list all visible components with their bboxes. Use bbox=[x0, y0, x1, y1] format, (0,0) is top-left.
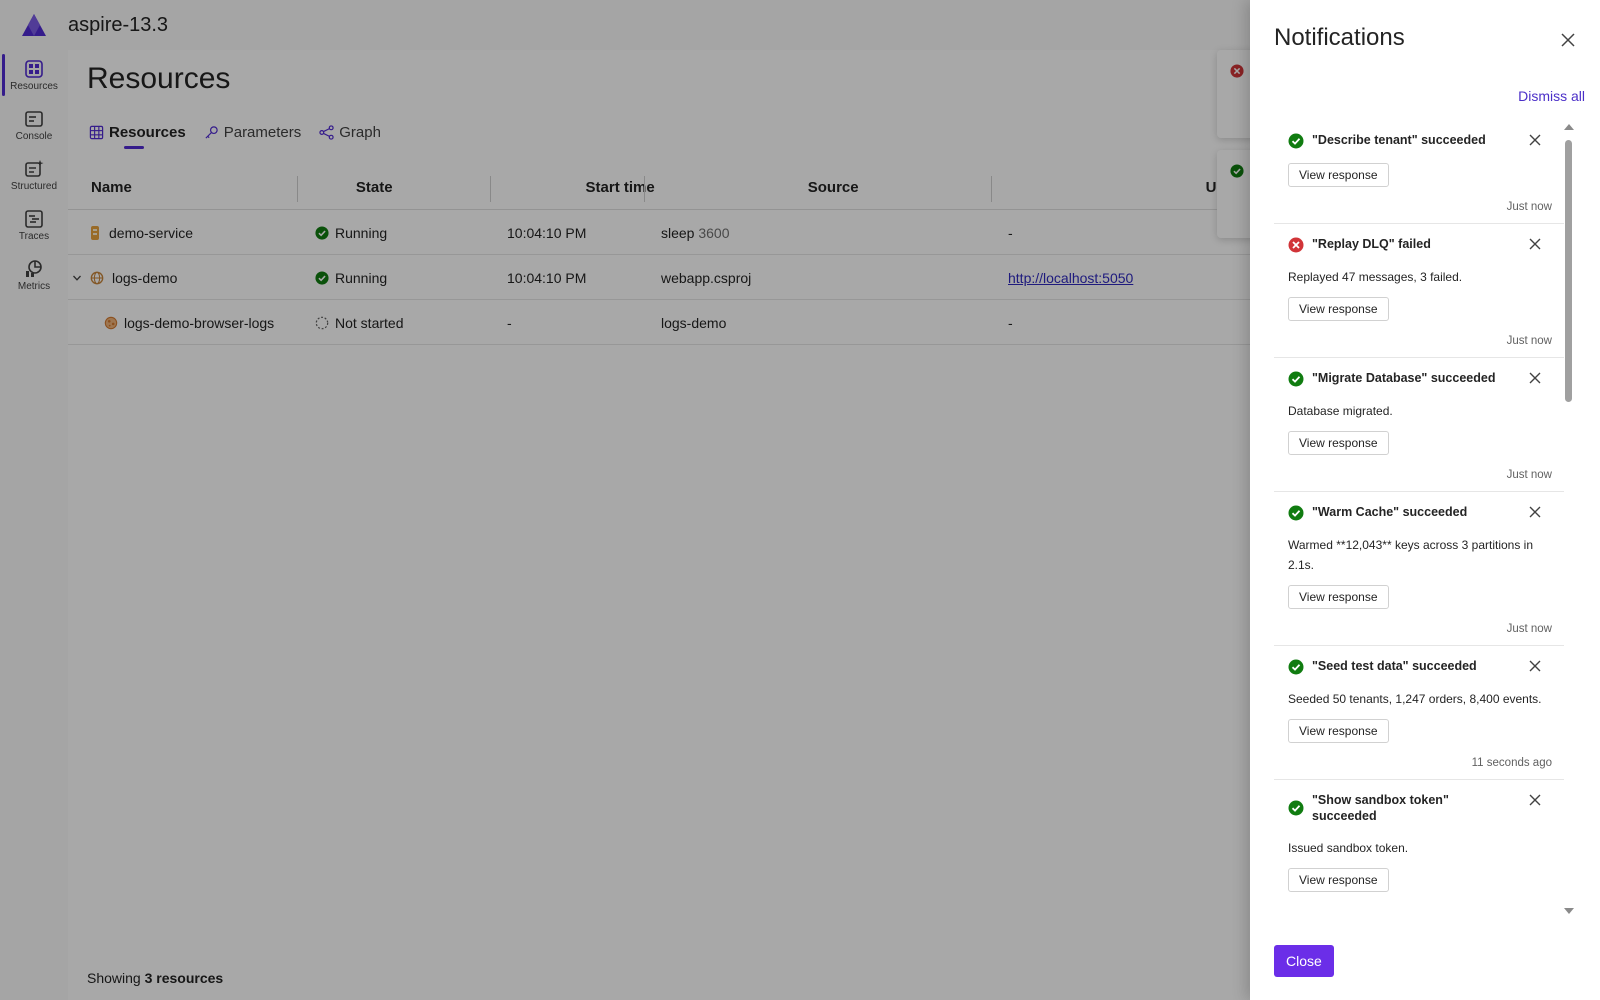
notification-time: Just now bbox=[1506, 623, 1552, 635]
dismiss-notification-button[interactable] bbox=[1528, 371, 1542, 385]
view-response-button[interactable]: View response bbox=[1288, 585, 1389, 609]
notification-title: "Replay DLQ" failed bbox=[1312, 237, 1431, 251]
close-icon bbox=[1529, 794, 1541, 806]
success-check-icon bbox=[1288, 371, 1304, 387]
notifications-scrollbar[interactable] bbox=[1562, 124, 1574, 914]
notifications-list: "Describe tenant" succeeded View respons… bbox=[1274, 120, 1564, 920]
view-response-button[interactable]: View response bbox=[1288, 163, 1389, 187]
scrollbar-thumb[interactable] bbox=[1565, 140, 1572, 402]
modal-overlay[interactable] bbox=[0, 0, 1250, 1000]
success-check-icon bbox=[1288, 505, 1304, 521]
notification-body: Warmed **12,043** keys across 3 partitio… bbox=[1288, 538, 1534, 572]
notification-item: "Migrate Database" succeeded Database mi… bbox=[1274, 358, 1564, 492]
success-check-icon bbox=[1288, 659, 1304, 675]
notification-title: "Migrate Database" succeeded bbox=[1312, 371, 1496, 385]
notifications-panel: Notifications Dismiss all "Describe tena… bbox=[1250, 0, 1600, 1000]
view-response-button[interactable]: View response bbox=[1288, 868, 1389, 892]
close-icon bbox=[1529, 372, 1541, 384]
close-icon bbox=[1561, 33, 1575, 47]
notification-time: Just now bbox=[1506, 201, 1552, 213]
notification-body: Replayed 47 messages, 3 failed. bbox=[1288, 270, 1463, 284]
success-check-icon bbox=[1288, 133, 1304, 149]
dismiss-notification-button[interactable] bbox=[1528, 133, 1542, 147]
notification-title: "Show sandbox token" succeeded bbox=[1312, 793, 1449, 823]
view-response-button[interactable]: View response bbox=[1288, 297, 1389, 321]
notification-body: Issued sandbox token. bbox=[1288, 841, 1409, 855]
view-response-button[interactable]: View response bbox=[1288, 431, 1389, 455]
dismiss-all-link[interactable]: Dismiss all bbox=[1518, 88, 1585, 104]
notification-item: "Describe tenant" succeeded View respons… bbox=[1274, 120, 1564, 224]
close-icon bbox=[1529, 134, 1541, 146]
close-icon bbox=[1529, 660, 1541, 672]
notification-title: "Seed test data" succeeded bbox=[1312, 659, 1477, 673]
notification-time: Just now bbox=[1506, 335, 1552, 347]
notification-item: "Seed test data" succeeded Seeded 50 ten… bbox=[1274, 646, 1564, 780]
notification-item: "Replay DLQ" failed Replayed 47 messages… bbox=[1274, 224, 1564, 358]
view-response-button[interactable]: View response bbox=[1288, 719, 1389, 743]
dismiss-notification-button[interactable] bbox=[1528, 505, 1542, 519]
notification-item: "Warm Cache" succeeded Warmed **12,043**… bbox=[1274, 492, 1564, 646]
notification-time: 11 seconds ago bbox=[1471, 757, 1552, 769]
notification-time: Just now bbox=[1506, 469, 1552, 481]
notifications-title: Notifications bbox=[1274, 24, 1405, 51]
error-icon bbox=[1288, 237, 1304, 253]
success-check-icon bbox=[1288, 800, 1304, 816]
scroll-up-arrow-icon[interactable] bbox=[1564, 124, 1574, 130]
close-button[interactable]: Close bbox=[1274, 945, 1334, 977]
notification-title: "Warm Cache" succeeded bbox=[1312, 505, 1468, 519]
dismiss-notification-button[interactable] bbox=[1528, 793, 1542, 807]
notification-body: Seeded 50 tenants, 1,247 orders, 8,400 e… bbox=[1288, 692, 1542, 706]
close-panel-button[interactable] bbox=[1558, 30, 1578, 50]
dismiss-notification-button[interactable] bbox=[1528, 659, 1542, 673]
notification-body: Database migrated. bbox=[1288, 404, 1393, 418]
dismiss-notification-button[interactable] bbox=[1528, 237, 1542, 251]
scroll-down-arrow-icon[interactable] bbox=[1564, 908, 1574, 914]
close-icon bbox=[1529, 506, 1541, 518]
notification-title: "Describe tenant" succeeded bbox=[1312, 133, 1486, 147]
close-icon bbox=[1529, 238, 1541, 250]
notification-item: "Show sandbox token" succeeded Issued sa… bbox=[1274, 780, 1564, 892]
